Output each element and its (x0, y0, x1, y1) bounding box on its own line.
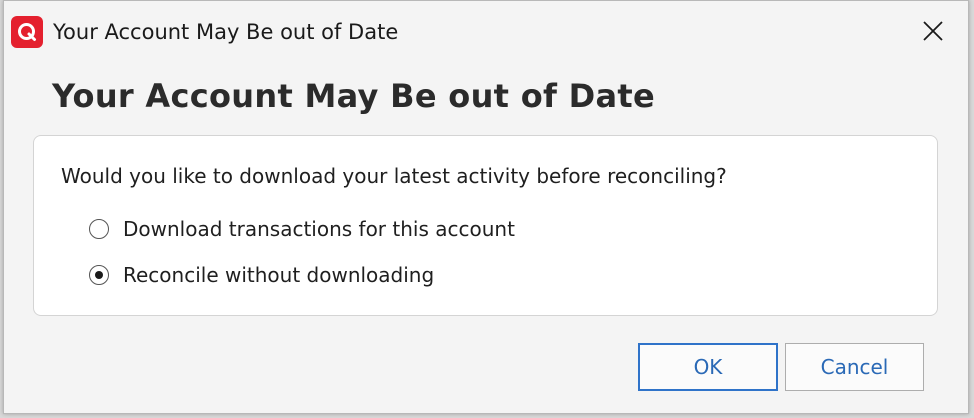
option-label-download[interactable]: Download transactions for this account (123, 217, 515, 241)
close-button[interactable] (898, 1, 968, 64)
radio-download-transactions[interactable] (89, 219, 109, 239)
cancel-button[interactable]: Cancel (785, 343, 924, 391)
radio-reconcile-without-downloading[interactable] (89, 265, 109, 285)
quicken-logo-icon (11, 16, 43, 48)
dialog-window: Your Account May Be out of Date Your Acc… (3, 0, 969, 414)
ok-button[interactable]: OK (638, 343, 778, 391)
option-download-transactions[interactable]: Download transactions for this account (89, 216, 515, 242)
radio-selected-dot (95, 271, 103, 279)
dialog-heading: Your Account May Be out of Date (52, 77, 656, 115)
close-icon (922, 20, 944, 46)
title-bar: Your Account May Be out of Date (4, 1, 968, 64)
options-panel: Would you like to download your latest a… (33, 135, 938, 316)
option-label-reconcile[interactable]: Reconcile without downloading (123, 263, 434, 287)
option-reconcile-without-downloading[interactable]: Reconcile without downloading (89, 262, 434, 288)
window-title: Your Account May Be out of Date (53, 20, 399, 44)
question-text: Would you like to download your latest a… (61, 164, 727, 188)
